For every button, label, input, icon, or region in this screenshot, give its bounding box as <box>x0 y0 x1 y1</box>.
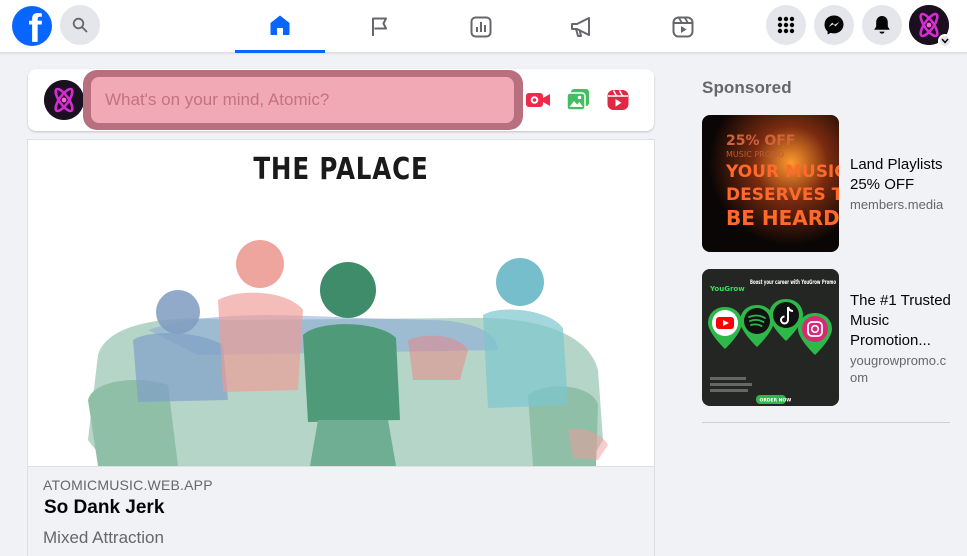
post-link-image[interactable]: THE PALACE <box>28 140 654 466</box>
composer-input-highlight: What's on your mind, Atomic? <box>83 70 523 130</box>
sponsored-ad[interactable]: YouGrow Boost your career with YouGrow P… <box>702 269 952 407</box>
sponsored-divider <box>702 422 950 423</box>
composer-input[interactable]: What's on your mind, Atomic? <box>91 77 514 123</box>
megaphone-icon <box>571 16 590 37</box>
link-domain: ATOMICMUSIC.WEB.APP <box>43 477 213 493</box>
tab-ads[interactable] <box>537 0 627 53</box>
ad-title[interactable]: Land Playlists 25% OFF <box>850 155 952 195</box>
ad2-order: ORDER NOW <box>760 398 792 404</box>
notifications-button[interactable] <box>862 5 902 45</box>
chevron-down-icon <box>941 38 949 44</box>
ad-url: members.media <box>850 197 944 212</box>
ad-image-artwork: YouGrow Boost your career with YouGrow P… <box>702 269 839 406</box>
facebook-logo[interactable]: f <box>12 6 52 46</box>
home-icon <box>270 15 290 35</box>
tab-pages[interactable] <box>335 0 425 53</box>
search-icon <box>72 17 88 33</box>
account-avatar[interactable] <box>909 5 952 48</box>
ad1-line2: MUSIC PROMO <box>726 150 784 159</box>
ad-title[interactable]: The #1 Trusted Music Promotion... <box>850 291 952 351</box>
photo-video-button[interactable] <box>565 88 591 112</box>
ad1-line3: YOUR MUSIC <box>725 162 839 182</box>
sponsored-heading: Sponsored <box>702 78 792 97</box>
menu-button[interactable] <box>766 5 806 45</box>
messenger-icon <box>824 15 844 35</box>
tab-reels[interactable] <box>638 0 728 53</box>
reel-button[interactable] <box>605 88 631 112</box>
live-video-button[interactable] <box>525 88 551 112</box>
tab-home[interactable] <box>235 0 325 53</box>
ad-url: yougrowpromo.com <box>850 353 947 385</box>
flag-icon <box>372 17 387 36</box>
feed-post: THE PALACE ATOMICMUSIC.WEB.APP So Dank J… <box>27 139 655 556</box>
post-link-preview[interactable]: ATOMICMUSIC.WEB.APP So Dank Jerk Mixed A… <box>28 466 654 556</box>
live-video-icon <box>526 93 550 107</box>
photo-video-icon <box>566 89 589 111</box>
search-button[interactable] <box>60 5 100 45</box>
reels-icon <box>672 16 694 37</box>
link-title: So Dank Jerk <box>44 497 165 518</box>
ad2-brand: YouGrow <box>709 285 745 293</box>
ad1-line1: 25% OFF <box>726 133 795 149</box>
account-menu-caret[interactable] <box>938 34 952 48</box>
ad1-line4: DESERVES TO <box>726 185 839 205</box>
composer-avatar[interactable] <box>44 80 84 120</box>
ad-image[interactable]: YouGrow Boost your career with YouGrow P… <box>702 269 839 406</box>
ad-image[interactable]: 25% OFF MUSIC PROMO YOUR MUSIC DESERVES … <box>702 115 839 252</box>
grid-menu-icon <box>777 16 795 34</box>
link-subtitle: Mixed Attraction <box>43 528 164 547</box>
ad-image-artwork: 25% OFF MUSIC PROMO YOUR MUSIC DESERVES … <box>702 115 839 252</box>
post-composer: What's on your mind, Atomic? <box>28 69 654 131</box>
bell-icon <box>874 16 890 34</box>
tab-insights[interactable] <box>436 0 526 53</box>
reel-icon <box>607 90 629 110</box>
ad1-line5: BE HEARD <box>726 206 839 230</box>
top-navigation-bar: f <box>0 0 967 53</box>
band-photo-illustration <box>88 240 608 466</box>
atomic-logo-icon <box>44 80 84 120</box>
ad2-headline: Boost your career with YouGrow Promo <box>750 279 836 286</box>
sponsored-ad[interactable]: 25% OFF MUSIC PROMO YOUR MUSIC DESERVES … <box>702 115 952 253</box>
bar-chart-icon <box>470 16 492 37</box>
messenger-button[interactable] <box>814 5 854 45</box>
